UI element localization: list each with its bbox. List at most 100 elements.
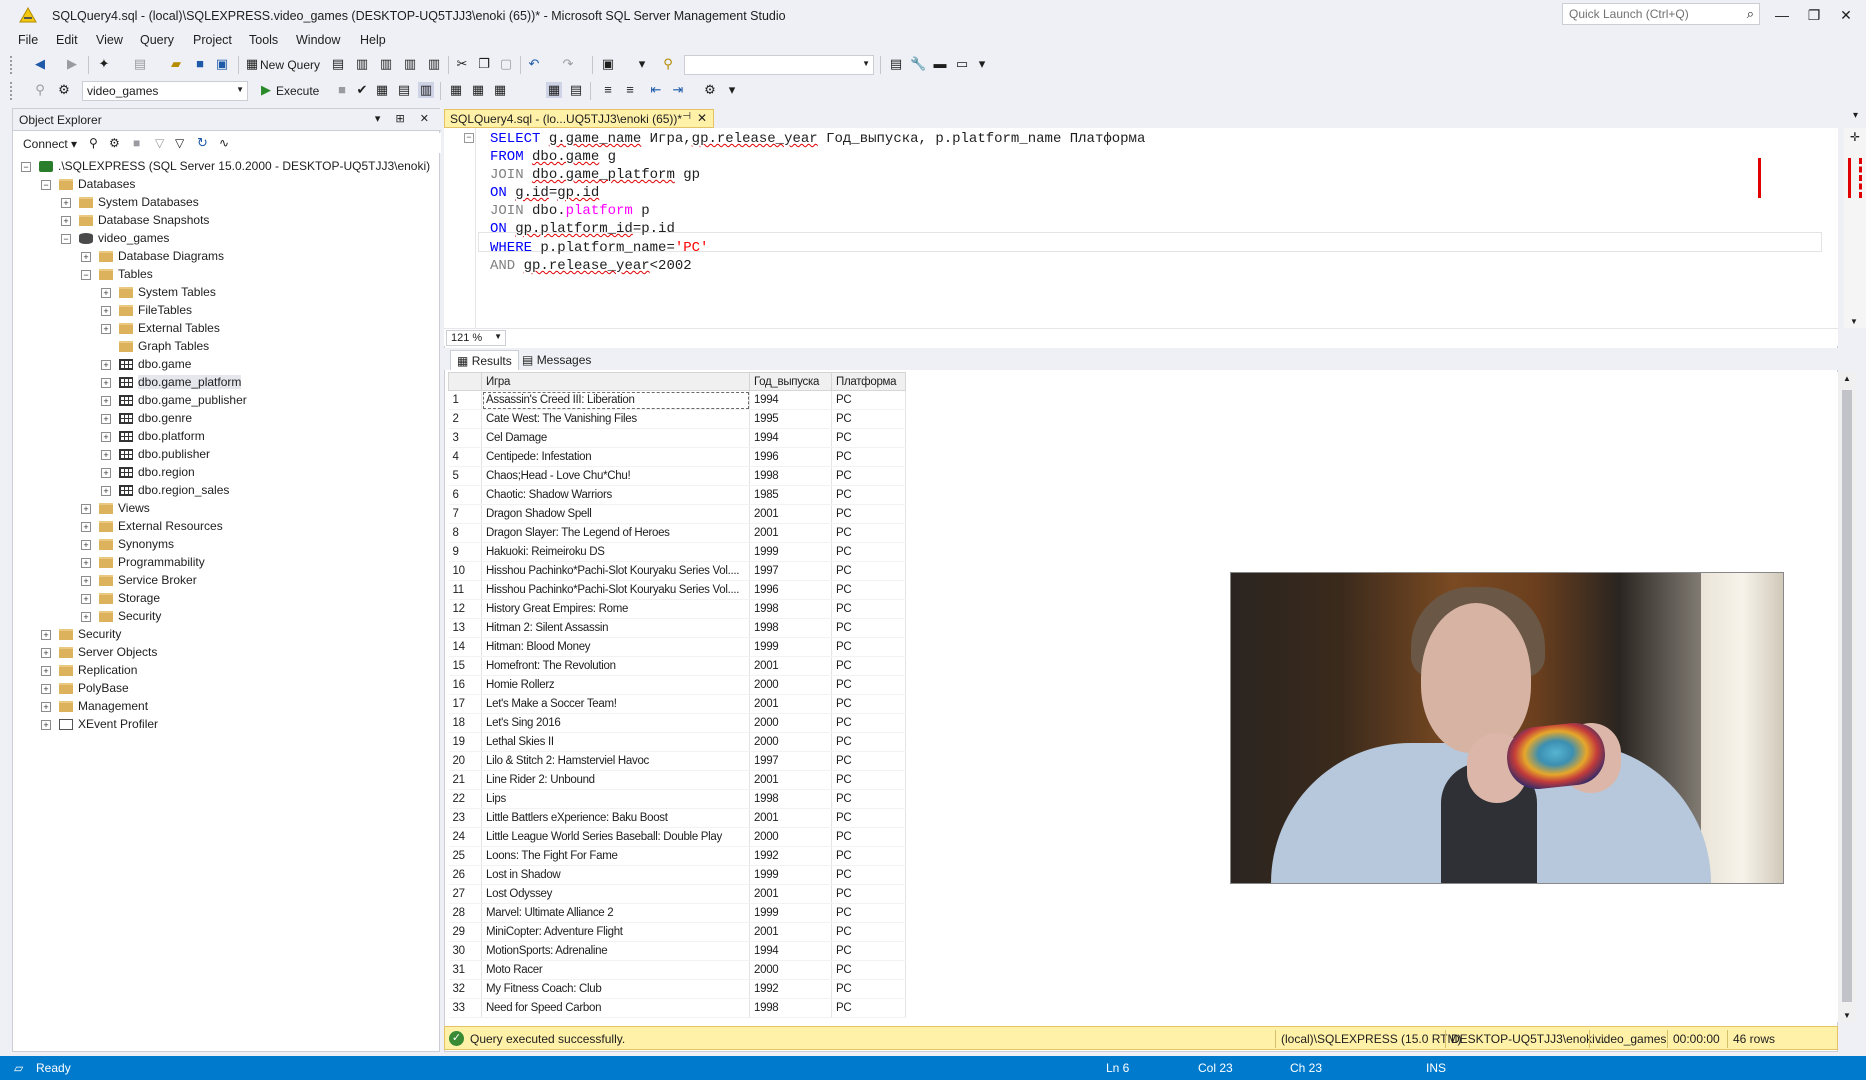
results-to-text-icon[interactable]: ▥ [418,82,434,98]
disconnect-icon[interactable]: ⚙ [109,136,120,150]
live-stats-icon[interactable]: ▦ [470,82,486,98]
query-designer-icon[interactable]: ▤ [396,82,412,98]
expand-icon[interactable]: + [101,287,111,298]
game-name-cell[interactable]: Lips [481,789,750,809]
close-button[interactable]: ✕ [1832,4,1860,26]
platform-cell[interactable]: PC [831,675,906,695]
row-number-cell[interactable]: 15 [448,656,482,676]
scroll-down-icon[interactable]: ▼ [1843,1011,1851,1020]
tree-node-management[interactable]: + Management [41,699,148,717]
row-number-cell[interactable]: 21 [448,770,482,790]
row-number-cell[interactable]: 28 [448,903,482,923]
menu-window[interactable]: Window [296,33,340,47]
properties-icon[interactable]: ▤ [888,56,904,72]
execute-icon[interactable]: ▶ [258,82,274,98]
row-number-cell[interactable]: 5 [448,466,482,486]
refresh-icon[interactable]: ↻ [197,135,208,151]
tree-node-table-platform[interactable]: + dbo.platform [101,429,205,447]
tree-node-external-resources[interactable]: + External Resources [81,519,223,537]
expand-icon[interactable]: + [101,449,111,460]
tree-node-database-snapshots[interactable]: + Database Snapshots [61,213,209,231]
connect-object-icon[interactable]: ⚲ [89,136,98,150]
collapse-icon[interactable]: − [61,233,71,244]
game-name-cell[interactable]: Little League World Series Baseball: Dou… [481,827,750,847]
expand-icon[interactable]: + [101,359,111,370]
release-year-cell[interactable]: 1996 [749,580,832,600]
row-number-cell[interactable]: 24 [448,827,482,847]
table-row[interactable]: 12 History Great Empires: Rome 1998 PC [448,599,906,619]
column-header[interactable]: Платформа [831,372,906,391]
game-name-cell[interactable]: Homefront: The Revolution [481,656,750,676]
release-year-cell[interactable]: 1998 [749,618,832,638]
platform-cell[interactable]: PC [831,580,906,600]
expand-icon[interactable]: + [81,251,91,262]
game-name-cell[interactable]: Dragon Slayer: The Legend of Heroes [481,523,750,543]
table-row[interactable]: 31 Moto Racer 2000 PC [448,960,906,980]
expand-icon[interactable]: + [101,395,111,406]
panel-pin-icon[interactable]: ▾ ⊞ ✕ [375,112,435,125]
paste-icon[interactable]: ▢ [498,56,514,72]
expand-icon[interactable]: + [41,647,51,658]
table-row[interactable]: 30 MotionSports: Adrenaline 1994 PC [448,941,906,961]
row-number-cell[interactable]: 18 [448,713,482,733]
find-icon[interactable]: ⚲ [660,56,676,72]
column-header[interactable]: Год_выпуска [749,372,832,391]
scroll-down-icon[interactable]: ▼ [1850,317,1858,326]
game-name-cell[interactable]: Little Battlers eXperience: Baku Boost [481,808,750,828]
release-year-cell[interactable]: 1998 [749,466,832,486]
expand-icon[interactable]: + [101,413,111,424]
release-year-cell[interactable]: 1998 [749,599,832,619]
execute-button[interactable]: Execute [276,84,319,98]
row-number-cell[interactable]: 2 [448,409,482,429]
release-year-cell[interactable]: 1995 [749,409,832,429]
save-icon[interactable]: ■ [192,56,208,72]
new-query-icon[interactable]: ▦ [244,56,260,72]
menu-view[interactable]: View [96,33,123,47]
platform-cell[interactable]: PC [831,884,906,904]
row-number-cell[interactable]: 14 [448,637,482,657]
menu-project[interactable]: Project [193,33,232,47]
release-year-cell[interactable]: 1994 [749,428,832,448]
tree-node-table-region-sales[interactable]: + dbo.region_sales [101,483,229,501]
expand-icon[interactable]: + [61,215,71,226]
mdx-query-icon[interactable]: ▥ [354,56,370,72]
platform-cell[interactable]: PC [831,523,906,543]
dax-query-icon[interactable]: ▥ [426,56,442,72]
activity-monitor-icon[interactable]: ▣ [600,56,616,72]
expand-icon[interactable]: + [101,467,111,478]
estimated-plan-icon[interactable]: ▦ [374,82,390,98]
expand-icon[interactable]: + [81,611,91,622]
new-query-button[interactable]: New Query [260,58,320,72]
results-to-file-icon[interactable]: ▤ [568,82,584,98]
platform-cell[interactable]: PC [831,390,906,410]
platform-cell[interactable]: PC [831,846,906,866]
table-row[interactable]: 1 Assassin's Creed III: Liberation 1994 PC [448,390,906,410]
table-row[interactable]: 5 Chaos;Head - Love Chu*Chu! 1998 PC [448,466,906,486]
platform-cell[interactable]: PC [831,656,906,676]
platform-cell[interactable]: PC [831,637,906,657]
database-select[interactable]: video_games ▼ [82,81,248,101]
row-number-cell[interactable]: 25 [448,846,482,866]
table-row[interactable]: 20 Lilo & Stitch 2: Hamsterviel Havoc 1997… [448,751,906,771]
expand-icon[interactable]: + [41,719,51,730]
tree-node-tables[interactable]: − Tables [81,267,153,285]
platform-cell[interactable]: PC [831,998,906,1018]
tree-node-databases[interactable]: − Databases [41,177,135,195]
code-vertical-scrollbar[interactable]: ✛ ▼ [1844,128,1866,328]
release-year-cell[interactable]: 1997 [749,561,832,581]
toolbox-icon[interactable]: ▬ [932,56,948,72]
release-year-cell[interactable]: 1999 [749,903,832,923]
row-number-cell[interactable]: 1 [448,390,482,410]
table-row[interactable]: 33 Need for Speed Carbon 1998 PC [448,998,906,1018]
expand-icon[interactable]: + [101,305,111,316]
zoom-select[interactable]: 121 % ▼ [446,330,506,346]
menu-file[interactable]: File [18,33,38,47]
game-name-cell[interactable]: Dragon Shadow Spell [481,504,750,524]
expand-icon[interactable]: + [81,539,91,550]
game-name-cell[interactable]: Hitman: Blood Money [481,637,750,657]
release-year-cell[interactable]: 1999 [749,637,832,657]
tree-node-table-game-publisher[interactable]: + dbo.game_publisher [101,393,247,411]
release-year-cell[interactable]: 2000 [749,675,832,695]
tree-node-filetables[interactable]: + FileTables [101,303,192,321]
platform-cell[interactable]: PC [831,428,906,448]
